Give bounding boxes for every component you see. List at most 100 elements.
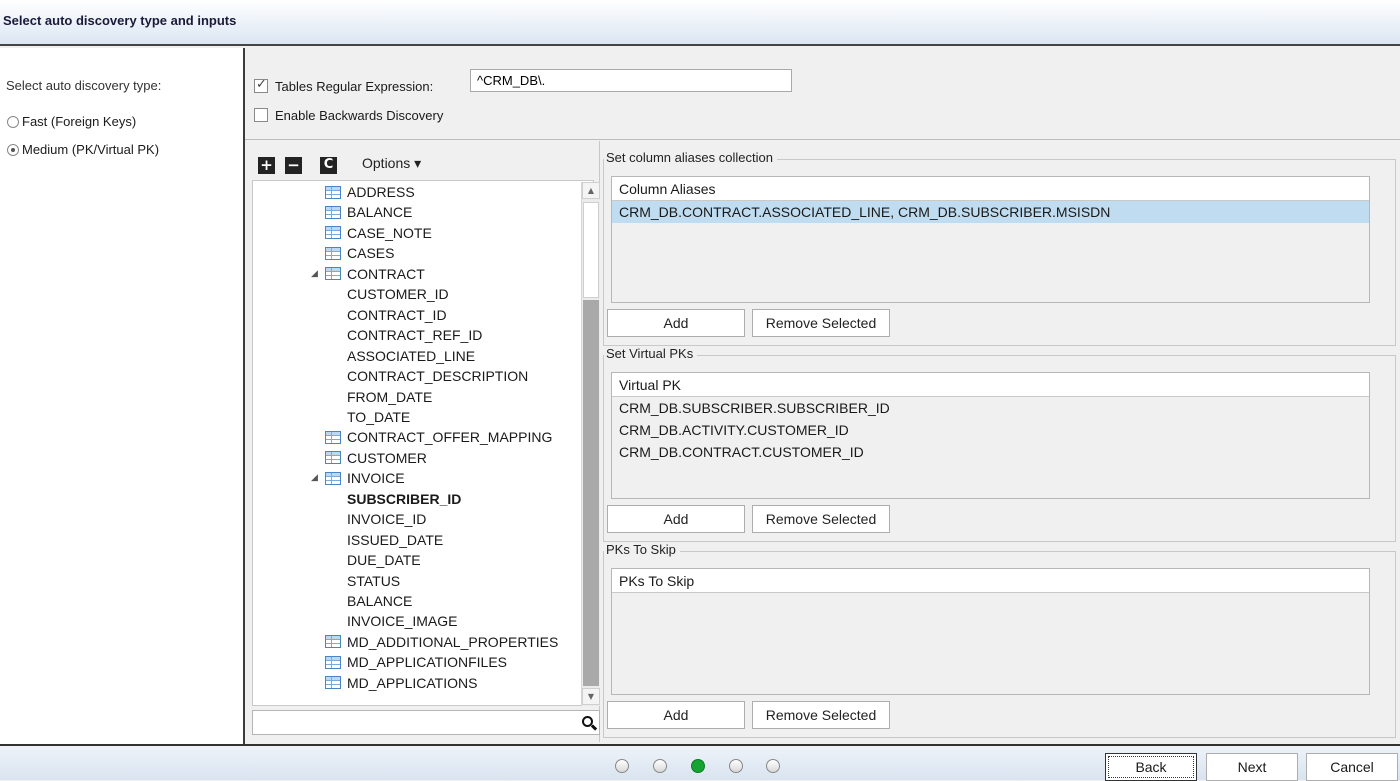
table-icon: [325, 676, 341, 690]
tree-column-node[interactable]: ISSUED_DATE: [347, 530, 443, 550]
tree-table-node[interactable]: ◢ INVOICE: [311, 468, 405, 488]
tree-table-node[interactable]: CASE_NOTE: [325, 223, 432, 243]
pks-skip-remove-button[interactable]: Remove Selected: [752, 701, 890, 729]
wizard-footer: Back Next Cancel: [0, 744, 1400, 781]
virtual-pks-grid[interactable]: Virtual PK CRM_DB.SUBSCRIBER.SUBSCRIBER_…: [611, 372, 1370, 499]
aliases-add-button[interactable]: Add: [607, 309, 745, 337]
virtual-pks-add-button[interactable]: Add: [607, 505, 745, 533]
tree-column-node[interactable]: INVOICE_IMAGE: [347, 611, 457, 631]
cancel-button[interactable]: Cancel: [1306, 753, 1398, 781]
step-indicator: [653, 759, 667, 773]
tree-column-node[interactable]: ASSOCIATED_LINE: [347, 346, 475, 366]
discovery-type-pane: Select auto discovery type: Fast (Foreig…: [0, 48, 243, 744]
tree-column-node[interactable]: STATUS: [347, 571, 400, 591]
tree-column-node[interactable]: SUBSCRIBER_ID: [347, 489, 461, 509]
next-button[interactable]: Next: [1206, 753, 1298, 781]
tree-column-node[interactable]: CUSTOMER_ID: [347, 284, 449, 304]
table-icon: [325, 246, 341, 260]
virtual-pk-row[interactable]: CRM_DB.CONTRACT.CUSTOMER_ID: [612, 441, 1369, 463]
step-indicator: [729, 759, 743, 773]
plus-icon[interactable]: +: [258, 157, 275, 174]
tree-column-node[interactable]: CONTRACT_REF_ID: [347, 325, 482, 345]
pks-skip-grid[interactable]: PKs To Skip: [611, 568, 1370, 695]
virtual-pk-row[interactable]: CRM_DB.ACTIVITY.CUSTOMER_ID: [612, 419, 1369, 441]
tree-table-node[interactable]: ADDRESS: [325, 182, 415, 202]
aliases-header: Column Aliases: [612, 177, 1369, 201]
tree-column-node[interactable]: INVOICE_ID: [347, 509, 426, 529]
tree-scrollbar[interactable]: ▲ ▼: [581, 182, 600, 706]
tree-table-node[interactable]: CASES: [325, 243, 394, 263]
tables-regex-label: Tables Regular Expression:: [275, 79, 434, 94]
tree-node-label: CONTRACT_DESCRIPTION: [347, 368, 529, 385]
tree-node-label: CASE_NOTE: [347, 224, 432, 241]
step-indicator-active: [691, 759, 705, 773]
radio-fast[interactable]: Fast (Foreign Keys): [7, 114, 136, 129]
tables-regex-checkbox[interactable]: [254, 77, 268, 93]
pks-skip-add-button[interactable]: Add: [607, 701, 745, 729]
tree-node-label: FROM_DATE: [347, 388, 433, 405]
table-icon: [325, 471, 341, 485]
tree-table-node[interactable]: CUSTOMER: [325, 448, 427, 468]
tree-node-label: ISSUED_DATE: [347, 531, 444, 548]
table-icon: [325, 205, 341, 219]
refresh-icon[interactable]: C: [320, 157, 337, 174]
schema-tree-panel: + − C Options ▾ ADDRESS BALANCE CASE_NOTE C…: [245, 141, 600, 742]
tables-regex-input[interactable]: [470, 69, 792, 92]
aliases-grid[interactable]: Column Aliases CRM_DB.CONTRACT.ASSOCIATE…: [611, 176, 1370, 303]
window-title: Select auto discovery type and inputs: [3, 13, 237, 28]
radio-medium[interactable]: Medium (PK/Virtual PK): [7, 142, 159, 157]
scroll-thumb[interactable]: [583, 202, 599, 298]
radio-medium-circle[interactable]: [7, 143, 19, 156]
tree-node-label: TO_DATE: [347, 408, 411, 425]
tree-node-label: INVOICE: [347, 470, 405, 487]
collapse-arrow-icon[interactable]: ◢: [311, 269, 318, 279]
table-icon: [325, 267, 341, 281]
tree-node-label: CUSTOMER: [347, 449, 427, 466]
tree-table-node[interactable]: MD_ADDITIONAL_PROPERTIES: [325, 632, 558, 652]
tree-column-node[interactable]: BALANCE: [347, 591, 412, 611]
virtual-pks-legend: Set Virtual PKs: [604, 346, 698, 361]
collapse-arrow-icon[interactable]: ◢: [311, 473, 318, 483]
table-icon: [325, 185, 341, 199]
tree-node-label: CONTRACT_REF_ID: [347, 327, 483, 344]
tree-column-node[interactable]: FROM_DATE: [347, 387, 432, 407]
tree-table-node[interactable]: MD_APPLICATIONS: [325, 673, 477, 693]
title-bar: Select auto discovery type and inputs: [0, 0, 1400, 46]
radio-fast-circle[interactable]: [7, 115, 19, 128]
schema-tree[interactable]: ADDRESS BALANCE CASE_NOTE CASES ◢ CONTRACT CUS…: [252, 180, 594, 706]
tree-column-node[interactable]: CONTRACT_ID: [347, 305, 447, 325]
virtual-pks-remove-button[interactable]: Remove Selected: [752, 505, 890, 533]
tree-column-node[interactable]: TO_DATE: [347, 407, 410, 427]
tree-table-node[interactable]: CONTRACT_OFFER_MAPPING: [325, 427, 552, 447]
scroll-up-icon[interactable]: ▲: [582, 182, 600, 199]
tree-node-label: ADDRESS: [347, 184, 415, 200]
tree-column-node[interactable]: CONTRACT_DESCRIPTION: [347, 366, 528, 386]
scroll-track[interactable]: [583, 300, 599, 686]
search-icon[interactable]: [582, 716, 593, 727]
minus-icon[interactable]: −: [285, 157, 302, 174]
scroll-down-icon[interactable]: ▼: [582, 688, 600, 705]
tree-search-input[interactable]: [252, 710, 600, 735]
step-indicator: [766, 759, 780, 773]
aliases-row[interactable]: CRM_DB.CONTRACT.ASSOCIATED_LINE, CRM_DB.…: [612, 201, 1369, 223]
tree-node-label: MD_APPLICATIONFILES: [347, 654, 508, 671]
radio-fast-label: Fast (Foreign Keys): [22, 114, 137, 129]
tree-table-node[interactable]: MD_APPLICATIONFILES: [325, 652, 507, 672]
tree-table-node[interactable]: ◢ CONTRACT: [311, 264, 425, 284]
radio-medium-label: Medium (PK/Virtual PK): [22, 142, 160, 157]
options-dropdown[interactable]: Options ▾: [362, 155, 421, 172]
inputs-panel: Tables Regular Expression: Enable Backwa…: [245, 48, 1400, 140]
virtual-pk-row[interactable]: CRM_DB.SUBSCRIBER.SUBSCRIBER_ID: [612, 397, 1369, 419]
tree-column-node[interactable]: DUE_DATE: [347, 550, 421, 570]
step-indicator: [615, 759, 629, 773]
table-icon: [325, 430, 341, 444]
table-icon: [325, 226, 341, 240]
tree-table-node[interactable]: BALANCE: [325, 202, 412, 222]
tree-node-label: INVOICE_IMAGE: [347, 613, 458, 630]
virtual-pks-header: Virtual PK: [612, 373, 1369, 397]
aliases-remove-button[interactable]: Remove Selected: [752, 309, 890, 337]
back-button[interactable]: Back: [1105, 753, 1197, 781]
backwards-discovery-checkbox[interactable]: [254, 108, 268, 122]
tree-node-label: CUSTOMER_ID: [347, 286, 449, 303]
tree-node-label: MD_APPLICATIONS: [347, 674, 478, 691]
